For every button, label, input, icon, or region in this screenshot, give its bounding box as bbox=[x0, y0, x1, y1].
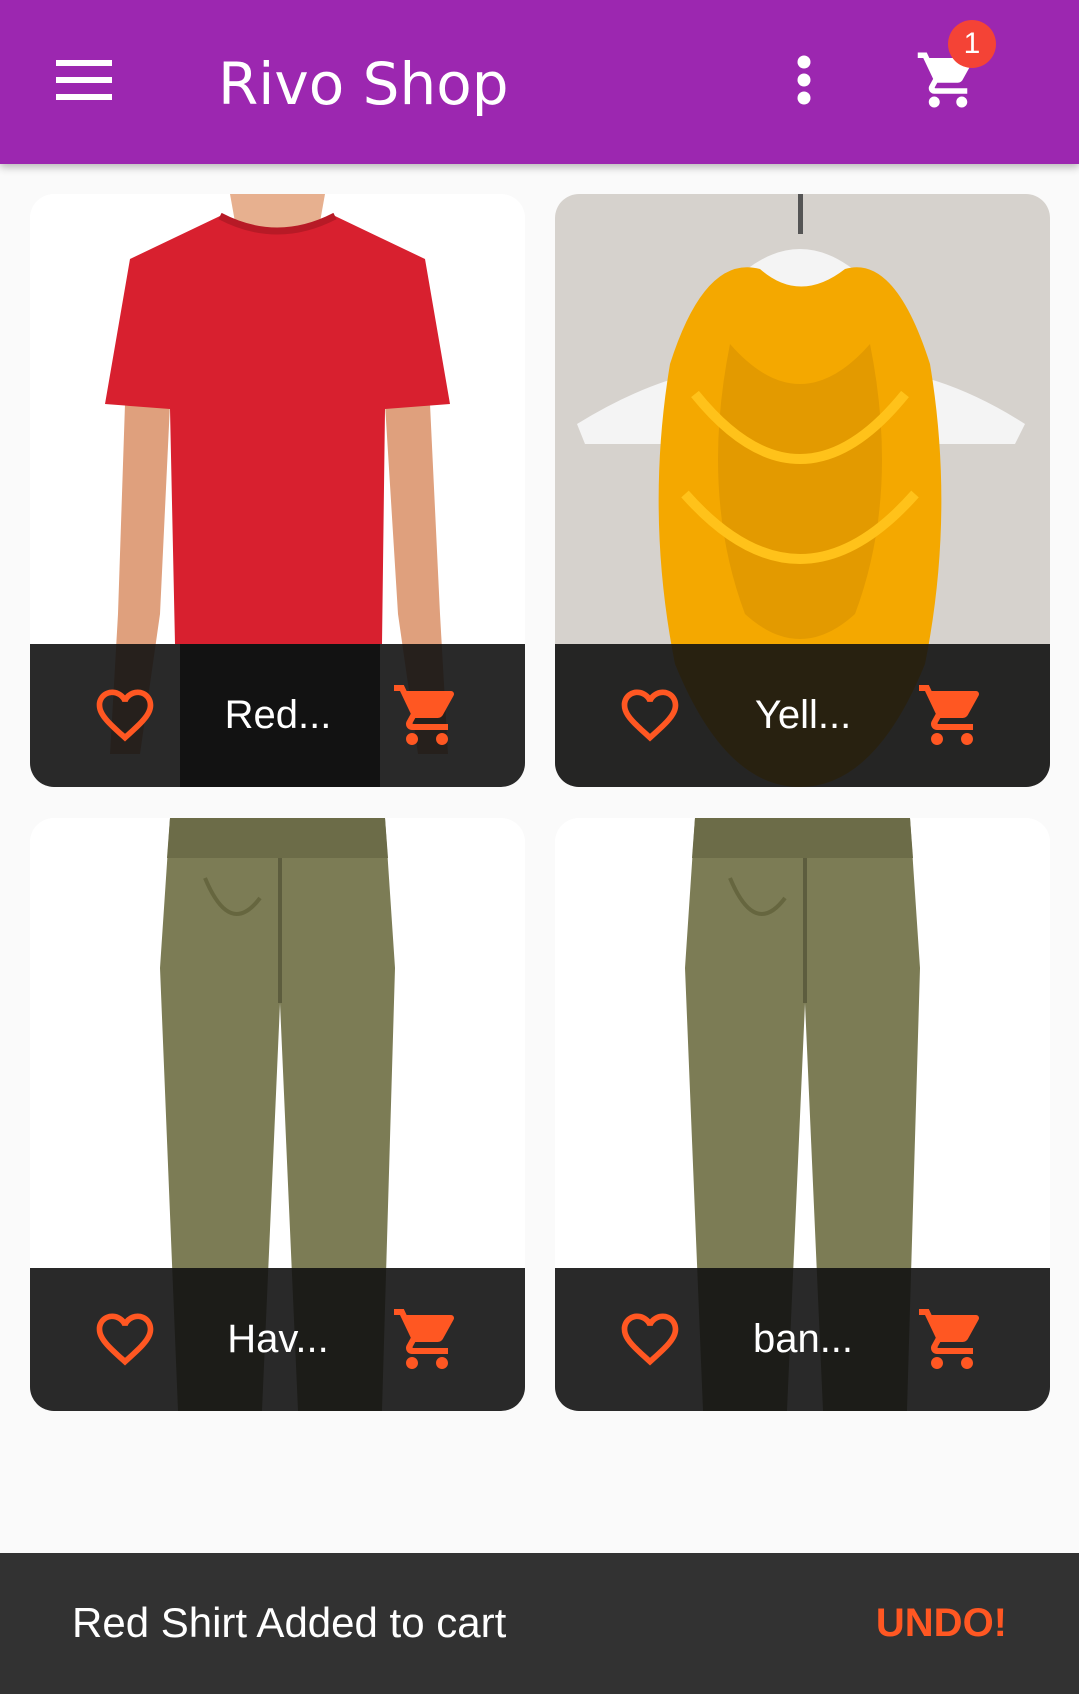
snackbar: Red Shirt Added to cart UNDO! bbox=[0, 1553, 1079, 1694]
shopping-cart-icon bbox=[919, 685, 980, 745]
favorite-button[interactable] bbox=[615, 680, 685, 750]
cart-count-badge: 1 bbox=[948, 20, 996, 68]
heart-outline-icon bbox=[96, 689, 154, 742]
menu-icon bbox=[56, 60, 112, 100]
add-to-cart-button[interactable] bbox=[915, 678, 989, 752]
shopping-cart-icon bbox=[919, 1309, 980, 1369]
favorite-button[interactable] bbox=[615, 1304, 685, 1374]
product-card[interactable]: Yell... bbox=[555, 194, 1050, 787]
menu-button[interactable] bbox=[40, 40, 128, 120]
shopping-cart-icon bbox=[394, 685, 455, 745]
product-card[interactable]: ban... bbox=[555, 818, 1050, 1411]
product-card[interactable]: Red... bbox=[30, 194, 525, 787]
card-footer: Hav... bbox=[30, 1268, 525, 1411]
undo-button[interactable]: UNDO! bbox=[876, 1593, 1007, 1653]
product-title: ban... bbox=[752, 1317, 854, 1361]
add-to-cart-button[interactable] bbox=[390, 1302, 464, 1376]
product-title: Red... bbox=[224, 693, 332, 737]
snackbar-message: Red Shirt Added to cart bbox=[72, 1599, 507, 1646]
card-footer: Yell... bbox=[555, 644, 1050, 787]
app-title: Rivo Shop bbox=[218, 50, 509, 118]
product-title: Hav... bbox=[227, 1317, 329, 1361]
heart-outline-icon bbox=[621, 1313, 679, 1366]
product-card[interactable]: Hav... bbox=[30, 818, 525, 1411]
add-to-cart-button[interactable] bbox=[390, 678, 464, 752]
favorite-button[interactable] bbox=[90, 680, 160, 750]
card-footer: Red... bbox=[30, 644, 525, 787]
heart-outline-icon bbox=[96, 1313, 154, 1366]
card-footer: ban... bbox=[555, 1268, 1050, 1411]
more-vert-icon bbox=[797, 55, 811, 105]
product-title: Yell... bbox=[754, 693, 852, 737]
heart-outline-icon bbox=[621, 689, 679, 742]
more-options-button[interactable] bbox=[764, 40, 844, 120]
favorite-button[interactable] bbox=[90, 1304, 160, 1374]
app-bar: Rivo Shop 1 bbox=[0, 0, 1079, 164]
shopping-cart-icon bbox=[394, 1309, 455, 1369]
add-to-cart-button[interactable] bbox=[915, 1302, 989, 1376]
